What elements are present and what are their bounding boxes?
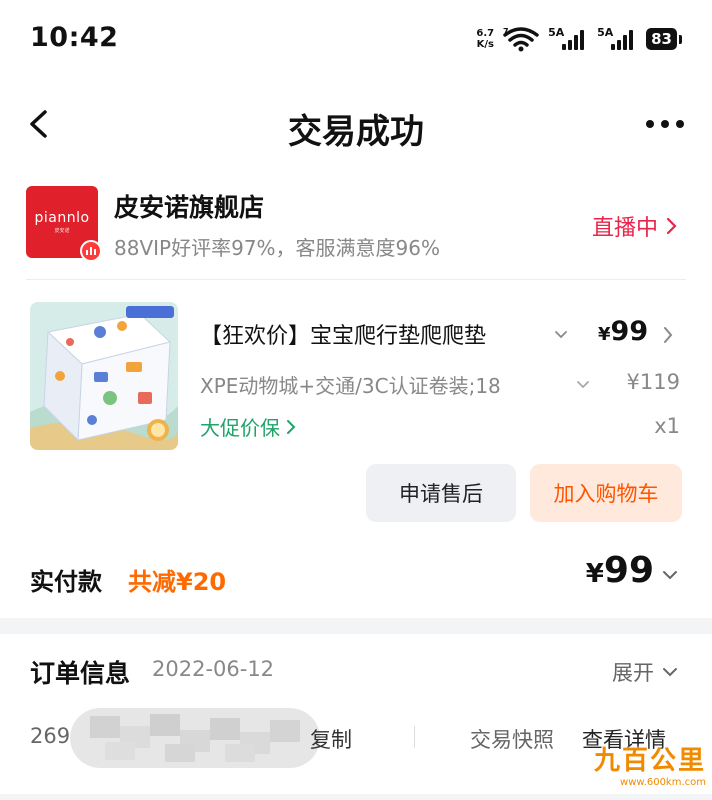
promo-label: 大促价保 <box>200 416 280 440</box>
network-speed-value: 6.7 <box>476 28 495 39</box>
network-speed-unit: K/s <box>476 39 494 50</box>
signal-label-1: 5A <box>548 26 565 39</box>
live-link[interactable]: 直播中 <box>592 210 678 242</box>
total-symbol: ¥ <box>585 559 604 589</box>
chevron-right-icon <box>666 217 677 235</box>
battery-icon: 83 <box>646 28 682 50</box>
price-symbol: ¥ <box>598 324 611 345</box>
product-title[interactable]: 【狂欢价】宝宝爬行垫爬爬垫 <box>200 318 540 350</box>
page-title: 交易成功 <box>288 112 424 152</box>
signal-label-2: 5A <box>597 26 614 39</box>
order-info-title: 订单信息 <box>30 659 131 688</box>
signal-icon-1: 5A <box>548 26 588 52</box>
chevron-right-icon <box>287 419 296 434</box>
title-fade <box>500 312 548 348</box>
live-label: 直播中 <box>591 216 658 241</box>
chevron-down-icon[interactable] <box>554 328 568 342</box>
product-price: ¥99 <box>598 316 648 347</box>
svg-text:7: 7 <box>503 27 509 36</box>
shop-name[interactable]: 皮安诺旗舰店 <box>114 188 264 224</box>
play-mat-image <box>30 302 178 450</box>
shop-logo-text: piannlo <box>34 210 90 226</box>
discount-amount: 共减¥20 <box>128 568 227 596</box>
battery-level: 83 <box>646 28 677 50</box>
product-image[interactable] <box>30 302 178 450</box>
clock: 10:42 <box>30 22 119 53</box>
paid-total[interactable]: ¥99 <box>586 550 654 591</box>
shop-logo[interactable]: piannlo 皮安诺 <box>26 186 102 262</box>
price-protection-link[interactable]: 大促价保 <box>200 412 296 441</box>
redacted-order-number <box>70 708 320 768</box>
order-card: piannlo 皮安诺 皮安诺旗舰店 88VIP好评率97%，客服满意度96% … <box>0 170 712 618</box>
chevron-down-icon[interactable] <box>662 568 678 582</box>
status-bar: 10:42 6.7 K/s 7 5A 5A 83 <box>0 0 712 84</box>
more-options-icon[interactable] <box>646 112 688 136</box>
order-info-card: 订单信息 2022-06-12 展开 2691 复制 交易快照 查看详情 九百公… <box>0 634 712 794</box>
copy-button[interactable]: 复制 <box>310 724 352 754</box>
quantity: x1 <box>654 414 680 438</box>
watermark: 九百公里 www.600km.com <box>594 740 706 788</box>
order-date: 2022-06-12 <box>152 657 275 681</box>
shop-stats: 88VIP好评率97%，客服满意度96% <box>114 236 440 260</box>
total-value: 99 <box>603 550 654 591</box>
status-icons: 6.7 K/s 7 5A 5A 83 <box>476 26 682 52</box>
expand-label: 展开 <box>612 661 654 685</box>
chevron-down-icon <box>663 668 677 677</box>
live-badge-icon <box>80 240 102 262</box>
snapshot-link[interactable]: 交易快照 <box>470 724 554 754</box>
chevron-down-icon[interactable] <box>576 378 590 392</box>
original-price: ¥119 <box>626 370 680 394</box>
after-sale-button[interactable]: 申请售后 <box>366 464 516 522</box>
product-sku: XPE动物城+交通/3C认证卷装;18 <box>200 374 501 398</box>
price-value: 99 <box>610 316 649 347</box>
signal-icon-2: 5A <box>597 26 637 52</box>
network-speed: 6.7 K/s <box>476 28 494 50</box>
nav-bar: 交易成功 <box>0 84 712 170</box>
paid-label: 实付款 <box>30 568 102 596</box>
wifi-icon: 7 <box>503 27 539 52</box>
watermark-text: 九百公里 <box>593 746 706 776</box>
sku-fade <box>518 366 566 396</box>
divider <box>26 279 686 280</box>
divider <box>414 726 415 748</box>
expand-button[interactable]: 展开 <box>612 657 678 687</box>
watermark-url: www.600km.com <box>620 777 706 788</box>
chevron-right-icon[interactable] <box>662 326 674 344</box>
shop-logo-subtext: 皮安诺 <box>54 228 70 234</box>
add-to-cart-button[interactable]: 加入购物车 <box>530 464 682 522</box>
